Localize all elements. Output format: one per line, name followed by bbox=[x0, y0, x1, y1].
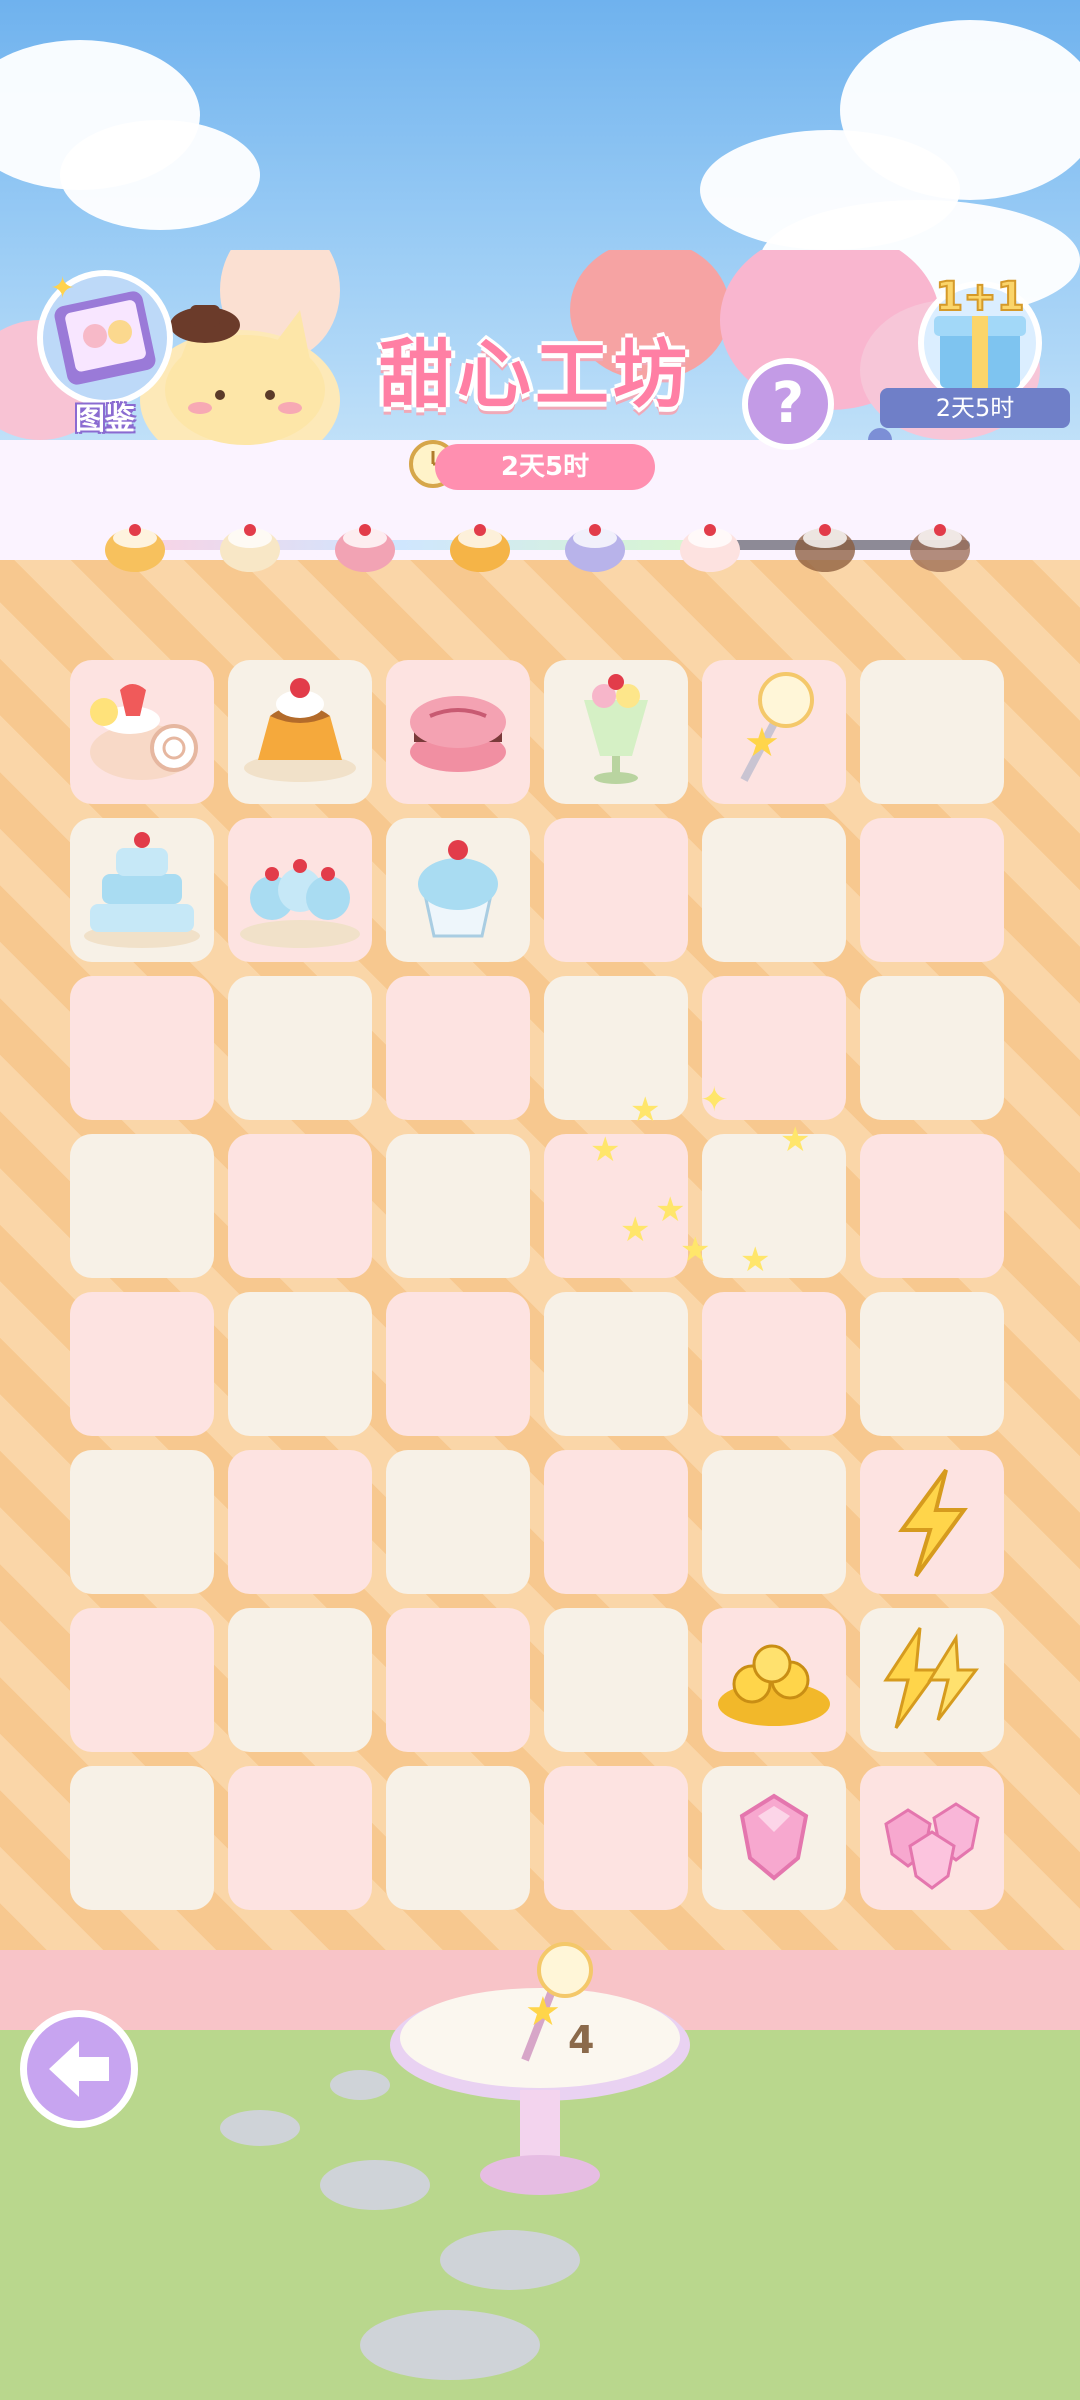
board-cell-empty[interactable] bbox=[228, 1450, 372, 1594]
gift-timer: 2天5时 bbox=[880, 388, 1070, 428]
board-cell-empty[interactable] bbox=[702, 1134, 846, 1278]
board-cell-pink-gem[interactable] bbox=[702, 1766, 846, 1910]
strawberry-roll-cake-icon bbox=[90, 684, 198, 780]
cupcake-icon bbox=[418, 840, 498, 938]
codex-button[interactable]: ✦ 图鉴 bbox=[30, 268, 180, 438]
lightning-energy-pile-icon bbox=[883, 1627, 980, 1729]
macaron-icon bbox=[335, 524, 395, 572]
event-timer: 2天5时 bbox=[435, 444, 655, 490]
cream-puff-icon bbox=[105, 524, 165, 572]
board-cell-strawberry-roll-cake[interactable] bbox=[70, 660, 214, 804]
board-cell-empty[interactable] bbox=[228, 1134, 372, 1278]
bunny-cake-icon bbox=[910, 524, 970, 572]
board-cell-empty[interactable] bbox=[228, 1608, 372, 1752]
gift-badge: 1+1 bbox=[935, 274, 1024, 320]
board-cell-empty[interactable] bbox=[544, 1766, 688, 1910]
board-cell-gold-coins-pile[interactable] bbox=[702, 1608, 846, 1752]
pudding-icon bbox=[244, 678, 356, 782]
svg-text:★: ★ bbox=[525, 1989, 561, 2035]
title-banner: 甜心工坊 bbox=[320, 310, 750, 440]
board-cell-empty[interactable] bbox=[386, 1292, 530, 1436]
page-title: 甜心工坊 bbox=[379, 332, 691, 418]
strawberry-roll-icon bbox=[680, 524, 740, 572]
wand-count: 4 bbox=[568, 2018, 595, 2062]
board-cell-empty[interactable] bbox=[702, 1292, 846, 1436]
board-cell-magic-wand[interactable]: ★ bbox=[702, 660, 846, 804]
board-cell-lightning-energy[interactable] bbox=[860, 1450, 1004, 1594]
board-cell-cupcake[interactable] bbox=[386, 818, 530, 962]
board-cell-pink-gems-pile[interactable] bbox=[860, 1766, 1004, 1910]
pink-gems-pile-icon bbox=[884, 1802, 980, 1890]
board-cell-empty[interactable] bbox=[386, 1766, 530, 1910]
board-cell-empty[interactable] bbox=[544, 976, 688, 1120]
board-cell-parfait[interactable] bbox=[544, 660, 688, 804]
recipe-book-icon: ✦ bbox=[37, 270, 173, 406]
board-cell-empty[interactable] bbox=[860, 976, 1004, 1120]
board-cell-empty[interactable] bbox=[860, 1292, 1004, 1436]
back-button[interactable] bbox=[20, 2010, 138, 2128]
board-cell-empty[interactable] bbox=[702, 818, 846, 962]
board-cell-empty[interactable] bbox=[386, 976, 530, 1120]
help-button[interactable]: ? bbox=[742, 358, 834, 450]
board-cell-empty[interactable] bbox=[860, 1134, 1004, 1278]
cat-mascot-icon bbox=[165, 305, 325, 445]
board-cell-empty[interactable] bbox=[228, 1766, 372, 1910]
parfait-icon bbox=[584, 674, 648, 784]
board-cell-empty[interactable] bbox=[386, 1608, 530, 1752]
chocolate-cake-icon bbox=[795, 524, 855, 572]
lightning-energy-icon bbox=[898, 1468, 968, 1578]
board-cell-empty[interactable] bbox=[544, 818, 688, 962]
board-cell-empty[interactable] bbox=[544, 1292, 688, 1436]
pink-gem-icon bbox=[739, 1793, 809, 1881]
cupcake-tower-icon bbox=[84, 832, 200, 948]
cupcake-platter-icon bbox=[240, 859, 360, 948]
board-cell-macaron[interactable] bbox=[386, 660, 530, 804]
gold-coins-pile-icon bbox=[718, 1644, 830, 1726]
svg-text:✦: ✦ bbox=[50, 271, 75, 306]
board-cell-empty[interactable] bbox=[544, 1608, 688, 1752]
board-cell-empty[interactable] bbox=[70, 1292, 214, 1436]
pudding-icon bbox=[450, 524, 510, 572]
board-cell-empty[interactable] bbox=[228, 976, 372, 1120]
board-cell-empty[interactable] bbox=[386, 1134, 530, 1278]
board-cell-cupcake-tower[interactable] bbox=[70, 818, 214, 962]
board-cell-empty[interactable] bbox=[70, 1608, 214, 1752]
blueberry-cake-slice-icon bbox=[565, 524, 625, 572]
magic-wand-icon: ★ bbox=[740, 672, 814, 782]
board-cell-empty[interactable] bbox=[70, 1134, 214, 1278]
board-cell-empty[interactable] bbox=[860, 660, 1004, 804]
merge-board: ★ bbox=[70, 660, 1010, 1920]
board-cell-empty[interactable] bbox=[228, 1292, 372, 1436]
board-cell-empty[interactable] bbox=[702, 1450, 846, 1594]
board-cell-empty[interactable] bbox=[860, 818, 1004, 962]
gift-box-icon: 1+1 bbox=[918, 273, 1042, 405]
board-cell-empty[interactable] bbox=[70, 976, 214, 1120]
codex-label: 图鉴 bbox=[75, 402, 135, 437]
board-cell-lightning-energy-pile[interactable] bbox=[860, 1608, 1004, 1752]
donut-icon bbox=[220, 524, 280, 572]
board-cell-empty[interactable] bbox=[70, 1450, 214, 1594]
back-arrow-icon bbox=[49, 2041, 109, 2097]
board-cell-cupcake-platter[interactable] bbox=[228, 818, 372, 962]
svg-text:★: ★ bbox=[744, 720, 780, 766]
board-cell-pudding[interactable] bbox=[228, 660, 372, 804]
macaron-icon bbox=[410, 696, 506, 772]
dessert-progress-track bbox=[100, 520, 980, 572]
board-cell-empty[interactable] bbox=[386, 1450, 530, 1594]
board-cell-empty[interactable] bbox=[70, 1766, 214, 1910]
board-cell-empty[interactable] bbox=[544, 1450, 688, 1594]
